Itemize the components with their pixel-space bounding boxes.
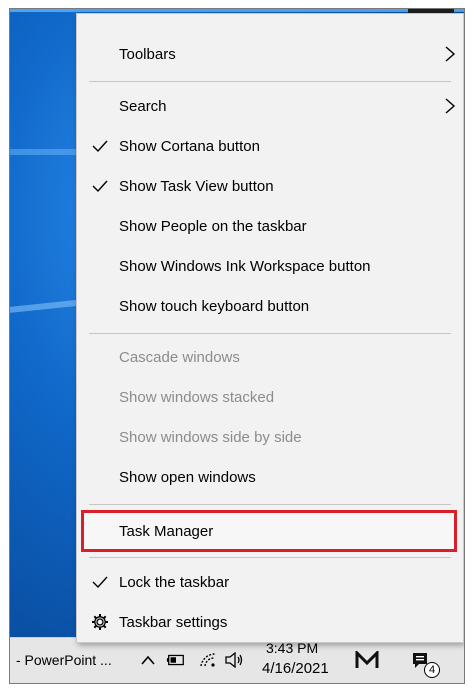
menu-item-label: Show Cortana button: [119, 137, 260, 155]
wifi-icon[interactable]: [198, 650, 218, 670]
menu-item-label: Search: [119, 97, 167, 115]
menu-item-toolbars[interactable]: Toolbars: [77, 34, 463, 74]
notification-count-badge: 4: [424, 662, 440, 678]
chevron-up-icon[interactable]: [138, 650, 158, 670]
menu-separator: [89, 81, 451, 82]
menu-item-show-task-view-button[interactable]: Show Task View button: [77, 166, 463, 206]
menu-item-cascade-windows: Cascade windows: [77, 337, 463, 377]
app-logo-icon[interactable]: [354, 650, 380, 670]
menu-item-show-windows-stacked: Show windows stacked: [77, 377, 463, 417]
menu-item-show-windows-ink[interactable]: Show Windows Ink Workspace button: [77, 246, 463, 286]
menu-item-show-cortana-button[interactable]: Show Cortana button: [77, 126, 463, 166]
taskbar[interactable]: - PowerPoint ... 3:43 PM 4/16/2021 4: [10, 637, 464, 683]
menu-item-label: Show People on the taskbar: [119, 217, 307, 235]
menu-item-label: Show touch keyboard button: [119, 297, 310, 315]
menu-item-label: Lock the taskbar: [119, 573, 230, 591]
menu-item-label: Show windows stacked: [119, 388, 275, 406]
chevron-right-icon: [445, 98, 456, 114]
menu-item-label: Show Windows Ink Workspace button: [119, 257, 371, 275]
checkmark-icon: [92, 140, 108, 153]
menu-item-lock-taskbar[interactable]: Lock the taskbar: [77, 562, 463, 602]
menu-item-label: Task Manager: [119, 522, 214, 540]
menu-item-taskbar-settings[interactable]: Taskbar settings: [77, 602, 463, 642]
menu-item-label: Toolbars: [119, 45, 176, 63]
taskbar-app-powerpoint[interactable]: - PowerPoint ...: [16, 652, 112, 668]
menu-item-show-touch-keyboard[interactable]: Show touch keyboard button: [77, 286, 463, 326]
menu-item-show-open-windows[interactable]: Show open windows: [77, 457, 463, 497]
checkmark-icon: [92, 180, 108, 193]
menu-item-label: Show windows side by side: [119, 428, 302, 446]
desktop-top-edge: [10, 9, 464, 12]
battery-icon[interactable]: [166, 650, 186, 670]
menu-item-show-windows-side-by-side: Show windows side by side: [77, 417, 463, 457]
taskbar-context-menu: Toolbars Search Show Cortana button Show…: [76, 13, 464, 643]
menu-separator: [89, 333, 451, 334]
menu-item-label: Show open windows: [119, 468, 256, 486]
checkmark-icon: [92, 576, 108, 589]
chevron-right-icon: [445, 46, 456, 62]
menu-item-label: Cascade windows: [119, 348, 240, 366]
screenshot-frame: - PowerPoint ... 3:43 PM 4/16/2021 4 alp…: [9, 8, 465, 684]
menu-item-search[interactable]: Search: [77, 86, 463, 126]
menu-item-label: Show Task View button: [119, 177, 274, 195]
menu-item-show-people[interactable]: Show People on the taskbar: [77, 206, 463, 246]
menu-item-task-manager[interactable]: Task Manager: [77, 511, 463, 551]
menu-item-label: Taskbar settings: [119, 613, 228, 631]
menu-separator: [89, 557, 451, 558]
clock-date[interactable]: 4/16/2021: [262, 660, 329, 677]
menu-separator: [89, 504, 451, 505]
speaker-icon[interactable]: [224, 650, 244, 670]
gear-icon: [92, 614, 108, 630]
